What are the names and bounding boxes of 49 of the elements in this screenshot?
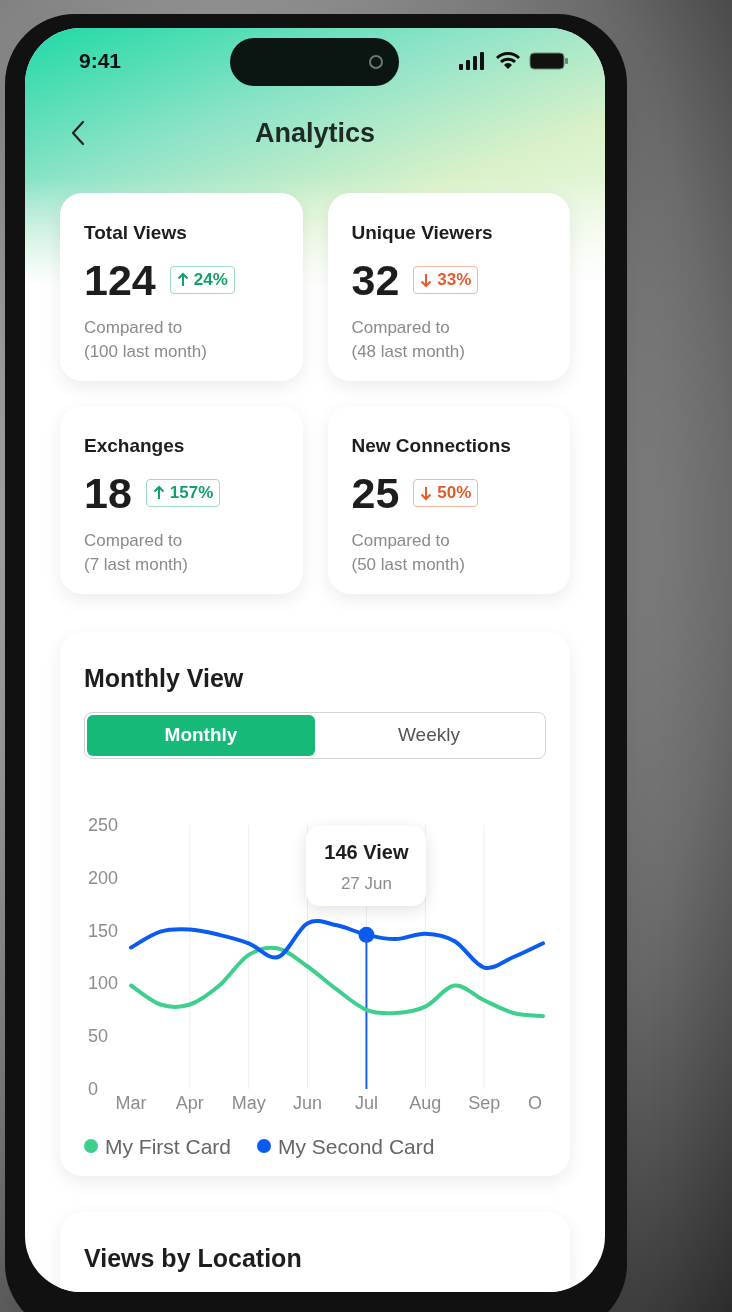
axis-label: Aug	[409, 1092, 442, 1113]
wifi-icon	[495, 51, 521, 71]
stat-label: Total Views	[84, 221, 188, 245]
stat-label: Unique Viewers	[351, 221, 494, 245]
axis-label: Jun	[293, 1092, 323, 1113]
stat-label: Exchanges	[84, 434, 186, 458]
arrow-up-icon	[152, 484, 165, 501]
axis-label: Jul	[354, 1092, 378, 1113]
status-time: 9:41	[79, 48, 122, 75]
stat-value: 25	[351, 468, 400, 517]
axis-label: 250	[88, 814, 119, 835]
legend-label: My First Card	[105, 1133, 231, 1160]
stat-value: 124	[84, 255, 156, 304]
axis-label: O	[528, 1092, 542, 1113]
axis-label: 150	[88, 920, 119, 941]
arrow-down-icon	[420, 484, 433, 501]
stat-value: 18	[84, 468, 132, 517]
stat-value: 32	[351, 255, 400, 304]
battery-icon	[529, 51, 569, 71]
toggle-tab[interactable]: Weekly	[315, 714, 543, 756]
chevron-left-icon	[71, 120, 85, 146]
comparison-note: Compared to (50 last month)	[351, 529, 466, 576]
axis-label: Apr	[175, 1092, 204, 1113]
axis-label: 50	[88, 1025, 109, 1046]
signal-icon	[459, 52, 487, 70]
axis-label: 0	[88, 1078, 98, 1099]
section-title: Monthly View	[84, 663, 245, 694]
axis-label: 100	[88, 972, 119, 993]
stat-label: New Connections	[351, 434, 512, 458]
tooltip-value: 146 View	[324, 839, 409, 865]
axis-label: May	[231, 1092, 266, 1113]
axis-label: 200	[88, 867, 119, 888]
page-title: Analytics	[254, 116, 376, 150]
tooltip-date: 27 Jun	[340, 872, 392, 895]
comparison-note: Compared to (48 last month)	[351, 316, 466, 363]
axis-label: Mar	[115, 1092, 147, 1113]
camera-icon	[367, 53, 385, 71]
arrow-down-icon	[420, 271, 433, 288]
change-percent: 50%	[437, 481, 472, 504]
legend-label: My Second Card	[278, 1133, 435, 1160]
data-point[interactable]	[358, 926, 375, 943]
change-percent: 157%	[169, 481, 214, 504]
change-percent: 24%	[193, 268, 228, 291]
arrow-up-icon	[176, 271, 189, 288]
axis-label: Sep	[468, 1092, 501, 1113]
change-percent: 33%	[437, 268, 472, 291]
comparison-note: Compared to (100 last month)	[84, 316, 208, 363]
section-title: Views by Location	[84, 1243, 303, 1274]
comparison-note: Compared to (7 last month)	[84, 529, 189, 576]
